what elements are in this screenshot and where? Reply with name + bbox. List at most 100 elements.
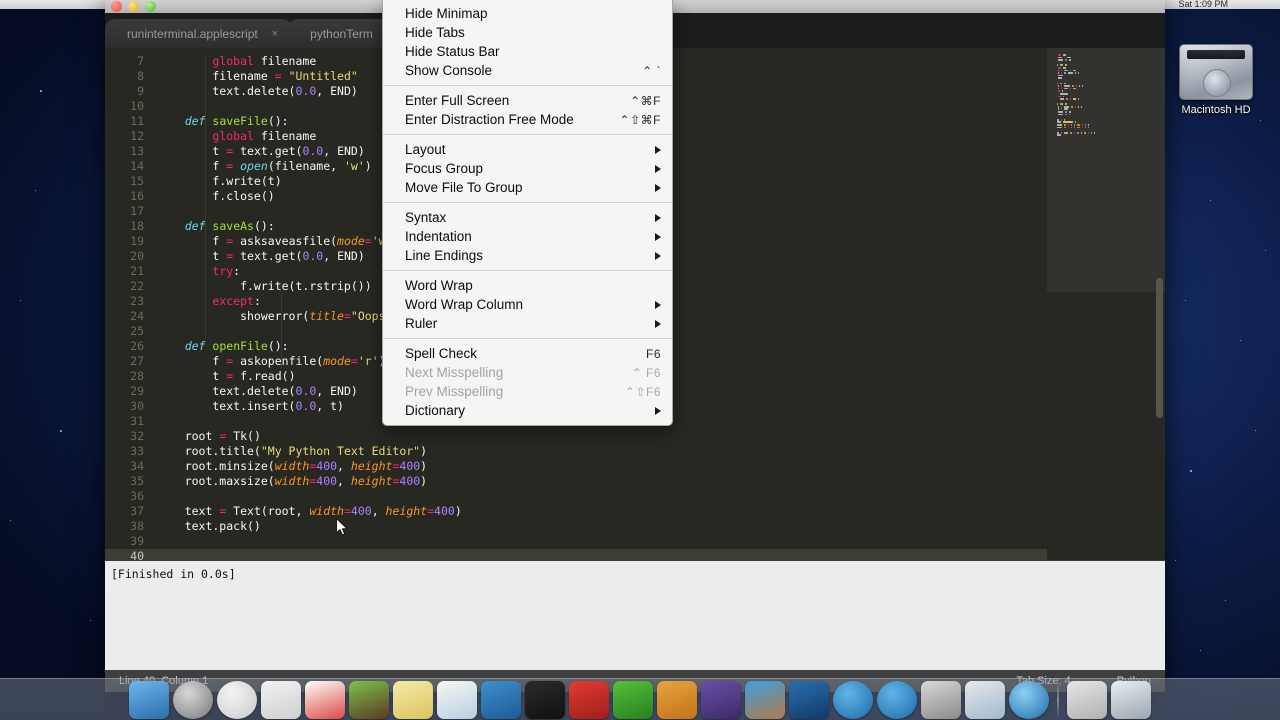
code-token: f [157, 159, 227, 173]
code-token: width [274, 459, 310, 473]
line-number: 23 [130, 294, 144, 308]
code-token: try [212, 264, 234, 278]
minimap-token [1064, 108, 1068, 111]
minimap-token [1073, 69, 1076, 72]
menu-item-label: Hide Tabs [405, 25, 465, 40]
menu-item[interactable]: Show Console ⌃ ` [383, 61, 672, 80]
menu-item[interactable]: Syntax [383, 208, 672, 227]
minecraft-icon[interactable] [349, 681, 389, 719]
code-line[interactable] [153, 534, 1047, 549]
imovie-icon[interactable] [701, 681, 741, 719]
terminal-icon[interactable] [525, 681, 565, 719]
star [90, 620, 92, 622]
code-line[interactable]: text.pack() [153, 519, 1047, 534]
reminders-icon[interactable] [437, 681, 477, 719]
app-store-icon[interactable] [877, 681, 917, 719]
minimap-token [1064, 124, 1067, 126]
desktop-icon-macintosh-hd[interactable]: Macintosh HD [1168, 44, 1264, 116]
line-number: 30 [130, 399, 144, 413]
xcode-icon[interactable] [481, 681, 521, 719]
menu-item[interactable]: Hide Tabs [383, 23, 672, 42]
menu-item[interactable]: Dictionary [383, 401, 672, 420]
minimize-window-button[interactable] [128, 1, 139, 12]
sublime-text-icon[interactable] [657, 681, 697, 719]
menu-item[interactable]: Enter Distraction Free Mode ⌃⇧⌘F [383, 110, 672, 129]
safari-icon[interactable] [1009, 681, 1049, 719]
star [40, 90, 42, 92]
iphoto-icon[interactable] [965, 681, 1005, 719]
code-line[interactable]: root.title("My Python Text Editor") [153, 444, 1047, 459]
menu-item[interactable]: Hide Status Bar [383, 42, 672, 61]
editor-scrollbar[interactable] [1154, 48, 1165, 560]
line-number: 21 [130, 264, 144, 278]
code-token: ) [420, 459, 428, 473]
code-token: , END) [323, 249, 365, 263]
minimap-token [1056, 121, 1062, 124]
scrollbar-thumb[interactable] [1156, 278, 1163, 418]
menu-item-label: Layout [405, 142, 446, 157]
itunes-icon[interactable] [833, 681, 873, 719]
menu-item-label: Enter Distraction Free Mode [405, 112, 574, 127]
code-token: ) [454, 504, 462, 518]
code-line[interactable]: text = Text(root, width=400, height=400) [153, 504, 1047, 519]
code-token: 'r' [357, 354, 379, 368]
menu-item[interactable]: Word Wrap [383, 276, 672, 295]
menu-item[interactable]: Word Wrap Column [383, 295, 672, 314]
system-preferences-icon[interactable] [921, 681, 961, 719]
finder-icon[interactable] [129, 681, 169, 719]
notes-icon[interactable] [393, 681, 433, 719]
numbers-icon[interactable] [613, 681, 653, 719]
minimap-token [1077, 72, 1079, 74]
code-line[interactable]: root = Tk() [153, 429, 1047, 444]
menu-item[interactable]: Spell Check F6 [383, 344, 672, 363]
menu-item[interactable]: Layout [383, 140, 672, 159]
view-context-menu[interactable]: Hide Minimap Hide Tabs Hide Status Bar Show… [382, 0, 673, 426]
code-token: t [157, 144, 227, 158]
menu-item[interactable]: Ruler [383, 314, 672, 333]
code-token: 0.0 [295, 84, 317, 98]
code-token: 0.0 [302, 144, 324, 158]
dvd-player-icon[interactable] [173, 681, 213, 719]
line-number: 22 [130, 279, 144, 293]
menu-item[interactable]: Indentation [383, 227, 672, 246]
code-token: text.delete( [157, 84, 296, 98]
submenu-arrow-icon [655, 213, 661, 222]
menu-item: Next Misspelling ⌃ F6 [383, 363, 672, 382]
menu-item[interactable]: Move File To Group [383, 178, 672, 197]
mail-icon[interactable] [261, 681, 301, 719]
minimap-token [1059, 64, 1064, 67]
minimap[interactable] [1047, 48, 1165, 560]
minimap-token [1062, 95, 1064, 98]
code-token: (): [267, 339, 289, 353]
code-token: width [309, 504, 344, 518]
code-token: openFile [212, 339, 268, 353]
zoom-window-button[interactable] [145, 1, 156, 12]
code-line[interactable]: root.minsize(width=400, height=400) [153, 459, 1047, 474]
menu-item[interactable]: Focus Group [383, 159, 672, 178]
trash-icon[interactable] [1111, 681, 1151, 719]
menu-item: Prev Misspelling ⌃⇧F6 [383, 382, 672, 401]
menu-item[interactable]: Hide Minimap [383, 4, 672, 23]
tab-close-icon[interactable]: × [272, 28, 278, 40]
minimap-token [1062, 54, 1067, 56]
photoshop-icon[interactable] [789, 681, 829, 719]
close-window-button[interactable] [111, 1, 122, 12]
code-token: filename [157, 69, 275, 83]
calendar-icon[interactable] [305, 681, 345, 719]
menu-item[interactable]: Enter Full Screen ⌃⌘F [383, 91, 672, 110]
minimap-token [1075, 105, 1077, 108]
menu-separator [383, 134, 672, 135]
code-line[interactable] [153, 489, 1047, 504]
menu-item[interactable]: Line Endings [383, 246, 672, 265]
code-line[interactable]: root.maxsize(width=400, height=400) [153, 474, 1047, 489]
keynote-icon[interactable] [569, 681, 609, 719]
line-number: 36 [130, 489, 144, 503]
downloads-stack-icon[interactable] [1067, 681, 1107, 719]
code-token: (filename, [267, 159, 344, 173]
code-token: f.close() [157, 189, 275, 203]
garageband-icon[interactable] [745, 681, 785, 719]
menu-item-label: Ruler [405, 316, 438, 331]
google-chrome-icon[interactable] [217, 681, 257, 719]
editor-tab[interactable]: runinterminal.applescript × [105, 19, 293, 48]
code-line[interactable] [153, 549, 1047, 560]
